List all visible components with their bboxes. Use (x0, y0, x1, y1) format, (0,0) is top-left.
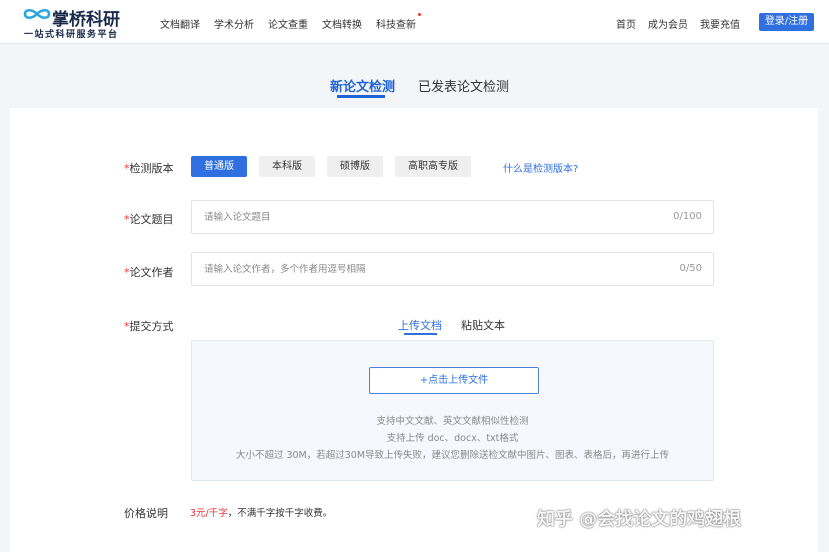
version-option-vocational[interactable]: 高职高专版 (395, 156, 471, 177)
nav-member-link[interactable]: 成为会员 (648, 16, 688, 31)
title-input[interactable] (192, 201, 662, 233)
upload-hint-formats: 支持上传 doc、docx、txt格式 (386, 433, 519, 444)
main-nav: 文档翻译 学术分析 论文查重 文档转换 科技查新 (160, 13, 430, 31)
title-field: 0/100 (191, 200, 714, 234)
title-label: *论文题目 (124, 213, 174, 226)
price-note: ，不满千字按千字收费。 (227, 508, 333, 519)
logo[interactable]: 掌桥科研 一站式科研服务平台 (22, 5, 142, 41)
nav-item-doc-translate[interactable]: 文档翻译 (160, 16, 200, 31)
price-description: 3元/千字，不满千字按千字收费。 (190, 505, 332, 519)
upload-hint-languages: 支持中文文献、英文文献相似性检测 (376, 416, 529, 427)
nav-home-link[interactable]: 首页 (616, 16, 636, 31)
mode-tabs (0, 44, 829, 108)
tab-new-paper-check[interactable]: 新论文检测 (330, 76, 395, 95)
tab-paste-text[interactable]: 粘贴文本 (461, 317, 505, 333)
nav-item-novelty-search-label: 科技查新 (376, 20, 416, 31)
title-label-text: 论文题目 (129, 213, 174, 226)
nav-item-academic-analysis[interactable]: 学术分析 (214, 16, 254, 31)
upload-file-button[interactable]: +点击上传文件 (369, 367, 539, 394)
top-header: 掌桥科研 一站式科研服务平台 文档翻译 学术分析 论文查重 文档转换 科技查新 … (0, 0, 829, 44)
version-label: *检测版本 (124, 162, 174, 175)
version-label-text: 检测版本 (129, 162, 174, 175)
nav-item-doc-convert[interactable]: 文档转换 (322, 16, 362, 31)
version-option-undergraduate[interactable]: 本科版 (259, 156, 315, 177)
author-char-count: 0/50 (679, 263, 702, 274)
upload-hint-size: 大小不超过 30M，若超过30M导致上传失败，建议您删除送检文献中图片、图表、表… (235, 450, 670, 461)
price-label: 价格说明 (124, 507, 168, 520)
watermark-text: 知乎 @会找论文的鸡翅根 (537, 509, 742, 530)
submit-method-label-text: 提交方式 (129, 320, 174, 333)
title-char-count: 0/100 (673, 211, 702, 222)
tab-upload-document[interactable]: 上传文档 (398, 317, 442, 333)
version-option-standard[interactable]: 普通版 (191, 156, 247, 177)
nav-item-novelty-search[interactable]: 科技查新 (376, 13, 421, 31)
author-input[interactable] (192, 253, 662, 285)
price-amount: 3元/千字 (190, 508, 228, 519)
author-field: 0/50 (191, 252, 714, 286)
author-label: *论文作者 (124, 266, 174, 279)
logo-infinity-icon (23, 8, 51, 20)
active-tab-underline (337, 95, 385, 98)
tab-published-paper-check[interactable]: 已发表论文检测 (418, 76, 509, 95)
version-help-link[interactable]: 什么是检测版本? (503, 160, 578, 175)
version-option-postgraduate[interactable]: 硕博版 (327, 156, 383, 177)
upload-dropzone[interactable]: +点击上传文件 支持中文文献、英文文献相似性检测 支持上传 doc、docx、t… (191, 340, 714, 481)
nav-recharge-link[interactable]: 我要充值 (700, 16, 740, 31)
submit-method-label: *提交方式 (124, 320, 174, 333)
right-nav: 首页 成为会员 我要充值 (604, 16, 740, 31)
new-dot-badge (418, 13, 421, 16)
login-register-button[interactable]: 登录/注册 (759, 13, 814, 31)
nav-item-plagiarism-check[interactable]: 论文查重 (268, 16, 308, 31)
brand-slogan: 一站式科研服务平台 (24, 30, 119, 40)
submit-tab-underline (404, 333, 437, 335)
author-label-text: 论文作者 (129, 266, 174, 279)
